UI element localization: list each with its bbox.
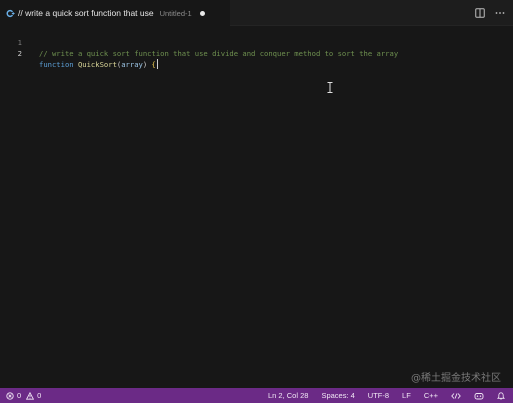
parameter-token: array [121,60,143,69]
watermark: @稀土掘金技术社区 [411,373,501,384]
warning-count: 0 [37,391,42,400]
editor-actions [475,0,505,26]
language-mode[interactable]: C++ [424,391,438,400]
error-count: 0 [17,391,22,400]
tab-bar: // write a quick sort function that use … [0,0,513,26]
cpp-file-icon [5,8,15,18]
split-editor-icon[interactable] [475,8,485,18]
encoding[interactable]: UTF-8 [368,391,389,400]
cursor-position[interactable]: Ln 2, Col 28 [268,391,308,400]
code-line[interactable]: 1 // write a quick sort function that us… [0,26,513,58]
indentation[interactable]: Spaces: 4 [321,391,354,400]
ibeam-cursor-icon [327,78,333,93]
notifications-bell-icon[interactable] [497,391,505,400]
end-of-line[interactable]: LF [402,391,411,400]
status-right-group: Ln 2, Col 28 Spaces: 4 UTF-8 LF C++ [268,391,513,400]
editor-window: // write a quick sort function that use … [0,0,513,403]
unsaved-dot-icon[interactable] [199,10,205,16]
warning-icon [26,391,35,400]
code-line[interactable]: 2 function QuickSort(array) { [0,37,513,69]
error-icon [6,391,14,400]
brace-token: { [151,60,156,69]
text-cursor [156,59,158,69]
editor-tab[interactable]: // write a quick sort function that use … [0,0,230,26]
line-code: function QuickSort(array) { [39,59,158,70]
more-actions-icon[interactable] [495,8,505,18]
tab-description: Untitled-1 [159,8,192,18]
line-code: // write a quick sort function that use … [39,48,398,59]
status-bar: 0 0 Ln 2, Col 28 Spaces: 4 UTF-8 LF C++ [0,388,513,403]
line-number: 2 [17,49,22,58]
live-share-icon[interactable] [451,392,461,400]
problems-indicator[interactable]: 0 0 [0,391,41,400]
copilot-icon[interactable] [474,392,484,400]
close-paren-token: ) [142,60,148,69]
tab-title: // write a quick sort function that use [18,8,154,18]
comment-text: // write a quick sort function that use … [39,49,399,58]
keyword-token: function [39,60,74,69]
function-name-token: QuickSort [77,60,117,69]
code-editor[interactable]: 1 // write a quick sort function that us… [0,26,513,388]
